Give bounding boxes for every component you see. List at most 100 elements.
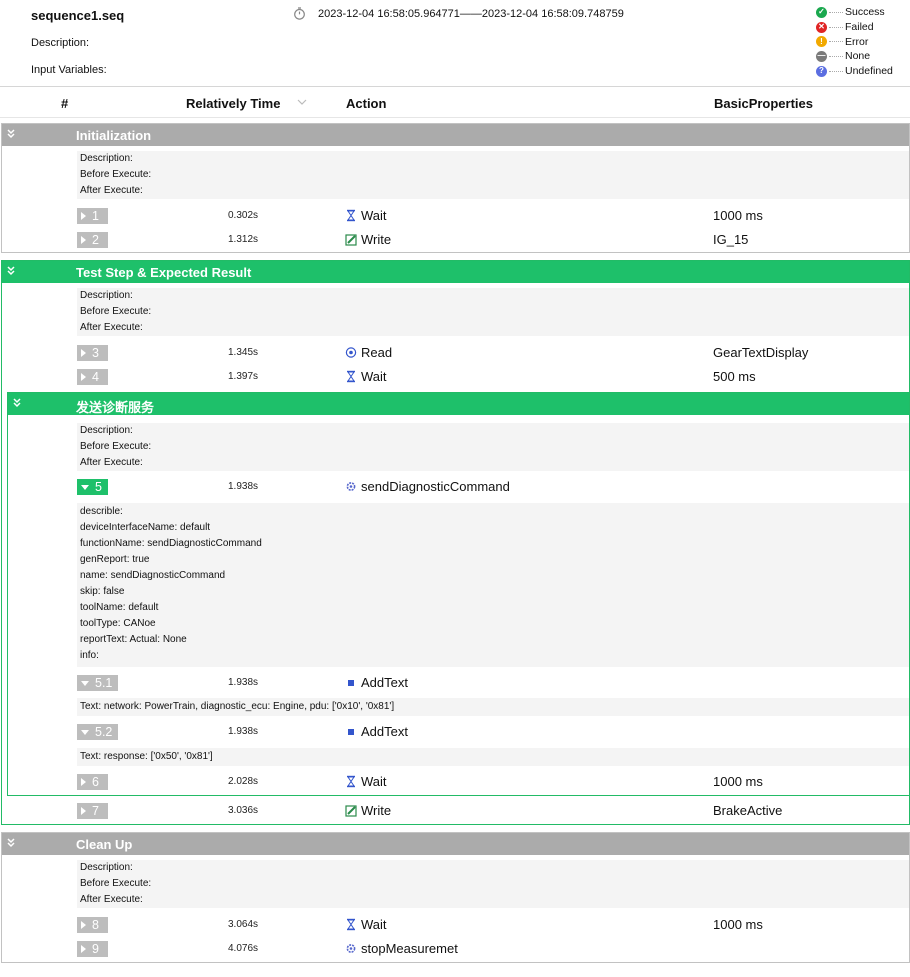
exclamation-icon: ! [816, 36, 827, 48]
step-action: Wait [361, 369, 387, 384]
step-toggle[interactable]: 8 [77, 917, 108, 933]
chevron-down-icon[interactable] [297, 97, 307, 107]
step-number: 4 [92, 370, 99, 384]
legend-label: Error [845, 35, 869, 48]
execution-time-range: 2023-12-04 16:58:05.964771——2023-12-04 1… [318, 8, 624, 20]
minus-icon: — [816, 50, 827, 62]
group-clean-up: Clean Up Description: Before Execute: Af… [1, 832, 910, 963]
sequence-title: sequence1.seq [31, 8, 125, 23]
step-row[interactable]: 1 0.302s Wait 1000 ms [2, 206, 909, 226]
group-title: 发送诊断服务 [76, 400, 155, 415]
step-toggle[interactable]: 1 [77, 208, 108, 224]
step-property: IG_15 [713, 232, 749, 247]
step-details: describle: deviceInterfaceName: default … [77, 503, 909, 667]
edit-icon [345, 234, 357, 246]
info-after-execute: After Execute: [80, 185, 143, 196]
step-row[interactable]: 3 1.345s Read GearTextDisplay [2, 343, 909, 363]
step-action: Write [361, 803, 392, 818]
step-action: sendDiagnosticCommand [361, 479, 510, 494]
legend-failed: ✕ Failed [816, 20, 893, 35]
info-before-execute: Before Execute: [80, 878, 152, 889]
collapse-icon[interactable] [6, 837, 16, 849]
column-header-divider [0, 117, 910, 118]
step-time: 1.938s [228, 481, 259, 492]
detail-line: genReport: true [80, 554, 150, 565]
detail-line: skip: false [80, 586, 125, 597]
step-time: 0.302s [228, 210, 259, 221]
step-number: 1 [92, 209, 99, 223]
gear-icon [346, 944, 356, 953]
info-before-execute: Before Execute: [80, 306, 152, 317]
group-test-step: Test Step & Expected Result Description:… [1, 260, 910, 825]
step-action: Wait [361, 774, 387, 789]
group-header-initialization[interactable]: Initialization [2, 124, 909, 146]
step-action: Wait [361, 208, 387, 223]
expand-icon [81, 945, 86, 953]
step-number: 8 [92, 918, 99, 932]
hourglass-icon [347, 370, 355, 383]
info-description: Description: [80, 153, 133, 164]
step-toggle[interactable]: 5 [77, 479, 108, 495]
step-toggle[interactable]: 2 [77, 232, 108, 248]
collapse-icon[interactable] [6, 265, 16, 277]
collapse-icon[interactable] [6, 128, 16, 140]
expand-icon [81, 212, 86, 220]
x-icon: ✕ [816, 21, 827, 33]
column-header-time[interactable]: Relatively Time [186, 96, 280, 111]
legend-error: ! Error [816, 34, 893, 49]
step-row[interactable]: 7 3.036s Write BrakeActive [2, 801, 909, 821]
step-toggle[interactable]: 5.1 [77, 675, 118, 691]
group-header-send-diagnostic[interactable]: 发送诊断服务 [8, 393, 909, 415]
expand-icon [81, 921, 86, 929]
step-number: 5.2 [95, 725, 113, 739]
expand-icon [81, 807, 86, 815]
group-title: Initialization [76, 128, 152, 143]
info-description: Description: [80, 862, 133, 873]
hourglass-icon [347, 775, 355, 788]
group-info: Description: Before Execute: After Execu… [77, 151, 909, 199]
legend-success: ✓ Success [816, 5, 893, 20]
step-row[interactable]: 4 1.397s Wait 500 ms [2, 367, 909, 387]
step-action: stopMeasuremet [361, 941, 458, 956]
group-header-clean-up[interactable]: Clean Up [2, 833, 909, 855]
collapse-icon[interactable] [12, 397, 22, 409]
step-action: AddText [361, 675, 408, 690]
input-variables-label: Input Variables: [31, 64, 107, 76]
stopwatch-icon [294, 7, 305, 20]
step-toggle[interactable]: 3 [77, 345, 108, 361]
column-header-action: Action [346, 96, 387, 111]
legend-label: Success [845, 6, 885, 19]
step-row[interactable]: 8 3.064s Wait 1000 ms [2, 915, 909, 935]
detail-line: name: sendDiagnosticCommand [80, 570, 226, 581]
step-toggle[interactable]: 9 [77, 941, 108, 957]
step-property: 500 ms [713, 369, 756, 384]
expand-icon [81, 778, 86, 786]
column-header-properties: BasicProperties [714, 96, 813, 111]
step-property: 1000 ms [713, 208, 763, 223]
group-info: Description: Before Execute: After Execu… [77, 860, 909, 908]
step-row[interactable]: 5.2 1.938s AddText [8, 722, 909, 742]
step-time: 2.028s [228, 776, 259, 787]
step-row[interactable]: 5 1.938s sendDiagnosticCommand [8, 477, 909, 497]
detail-line: info: [80, 650, 99, 661]
step-row[interactable]: 5.1 1.938s AddText [8, 673, 909, 693]
step-number: 2 [92, 233, 99, 247]
step-toggle[interactable]: 5.2 [77, 724, 118, 740]
group-send-diagnostic: 发送诊断服务 Description: Before Execute: Afte… [7, 392, 910, 796]
hourglass-icon [347, 209, 355, 222]
step-toggle[interactable]: 7 [77, 803, 108, 819]
step-toggle[interactable]: 4 [77, 369, 108, 385]
step-time: 1.397s [228, 371, 259, 382]
step-text: Text: network: PowerTrain, diagnostic_ec… [77, 698, 909, 716]
group-title: Test Step & Expected Result [76, 265, 252, 280]
step-number: 5.1 [95, 676, 113, 690]
step-row[interactable]: 9 4.076s stopMeasuremet [2, 939, 909, 959]
step-row[interactable]: 6 2.028s Wait 1000 ms [8, 772, 909, 792]
group-header-test-step[interactable]: Test Step & Expected Result [2, 261, 909, 283]
legend-label: None [845, 50, 871, 63]
step-toggle[interactable]: 6 [77, 774, 108, 790]
square-icon [348, 729, 354, 735]
step-number: 5 [95, 480, 102, 494]
step-row[interactable]: 2 1.312s Write IG_15 [2, 230, 909, 250]
step-time: 4.076s [228, 943, 259, 954]
